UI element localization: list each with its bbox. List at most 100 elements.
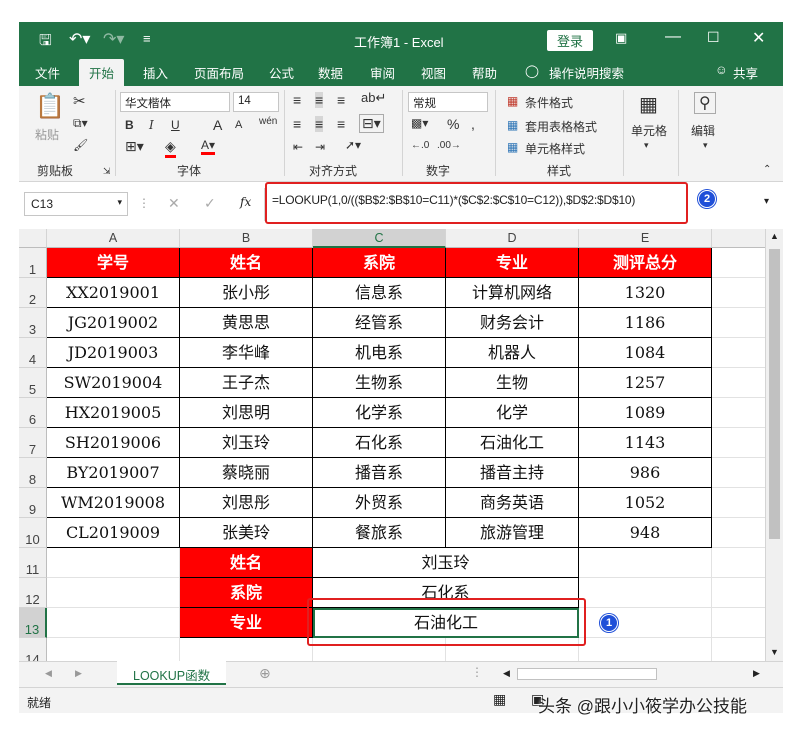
table-cell[interactable]: 信息系: [313, 278, 446, 308]
number-format-select[interactable]: 常规: [408, 92, 488, 112]
column-header-a[interactable]: A: [47, 229, 180, 248]
table-cell[interactable]: SH2019006: [47, 428, 180, 458]
editing-dropdown-icon[interactable]: ▾: [703, 140, 708, 151]
grid-cell[interactable]: [712, 398, 765, 428]
decrease-decimal-icon[interactable]: .00→: [437, 140, 461, 151]
table-header-cell[interactable]: 专业: [446, 248, 579, 278]
ribbon-display-icon[interactable]: ▣: [615, 30, 627, 46]
editing-button[interactable]: 编辑: [691, 122, 715, 139]
table-cell[interactable]: JG2019002: [47, 308, 180, 338]
cells-icon[interactable]: ▦: [639, 92, 658, 117]
customize-qat-icon[interactable]: ≡: [143, 31, 151, 46]
select-all-corner[interactable]: [19, 229, 47, 248]
shrink-font-button[interactable]: A: [235, 119, 242, 131]
table-cell[interactable]: 餐旅系: [313, 518, 446, 548]
paste-button[interactable]: 粘贴: [35, 126, 59, 143]
middle-align-icon[interactable]: ≡: [315, 92, 324, 108]
tab-page-layout[interactable]: 页面布局: [194, 63, 244, 82]
table-cell[interactable]: WM2019008: [47, 488, 180, 518]
align-left-icon[interactable]: ≡: [293, 116, 301, 132]
top-align-icon[interactable]: ≡: [293, 92, 301, 108]
table-cell[interactable]: 财务会计: [446, 308, 579, 338]
cell-styles-icon[interactable]: ▦: [507, 140, 518, 154]
grid-cell[interactable]: [579, 608, 712, 638]
grid-cell[interactable]: [579, 638, 712, 661]
sheet-tab-lookup[interactable]: LOOKUP函数: [117, 661, 227, 685]
tab-home[interactable]: 开始: [79, 59, 125, 86]
next-sheet-icon[interactable]: ▶: [75, 668, 82, 679]
grid-cell[interactable]: [712, 368, 765, 398]
table-cell[interactable]: 黄思思: [180, 308, 313, 338]
wrap-text-icon[interactable]: ab↵: [361, 90, 386, 106]
table-cell[interactable]: JD2019003: [47, 338, 180, 368]
copy-icon[interactable]: ⧉▾: [73, 116, 88, 131]
close-icon[interactable]: ✕: [752, 28, 765, 48]
table-cell[interactable]: 播音系: [313, 458, 446, 488]
grid-cell[interactable]: [47, 608, 180, 638]
login-button[interactable]: 登录: [547, 30, 594, 51]
name-box[interactable]: C13 ▾: [24, 192, 128, 216]
vertical-scrollbar[interactable]: ▲ ▼: [765, 229, 783, 661]
lookup-label-cell[interactable]: 专业: [180, 608, 313, 638]
table-cell[interactable]: 播音主持: [446, 458, 579, 488]
share-button[interactable]: 共享: [733, 63, 758, 82]
table-cell[interactable]: 刘玉玲: [180, 428, 313, 458]
grid-cell[interactable]: [712, 548, 765, 578]
underline-button[interactable]: U: [171, 118, 180, 132]
maximize-icon[interactable]: ☐: [707, 29, 720, 46]
row-header-12[interactable]: 12: [19, 578, 47, 608]
table-cell[interactable]: 1257: [579, 368, 712, 398]
grid-cell[interactable]: [712, 578, 765, 608]
row-header-4[interactable]: 4: [19, 338, 47, 368]
table-cell[interactable]: 化学系: [313, 398, 446, 428]
comma-style-icon[interactable]: ,: [471, 116, 475, 132]
grid-cell[interactable]: [180, 638, 313, 661]
lookup-label-cell[interactable]: 系院: [180, 578, 313, 608]
merge-center-icon[interactable]: ⊟▾: [359, 114, 384, 133]
table-cell[interactable]: HX2019005: [47, 398, 180, 428]
collapse-ribbon-icon[interactable]: ⌃: [763, 164, 771, 175]
cancel-entry-icon[interactable]: ✕: [168, 195, 180, 212]
table-cell[interactable]: 1089: [579, 398, 712, 428]
cells-dropdown-icon[interactable]: ▾: [644, 140, 649, 151]
minimize-icon[interactable]: —: [665, 28, 681, 46]
grid-cell[interactable]: [712, 428, 765, 458]
tab-insert[interactable]: 插入: [143, 63, 168, 82]
more-icon[interactable]: ⋮: [138, 196, 150, 210]
hscroll-right-icon[interactable]: ▶: [753, 668, 760, 679]
table-cell[interactable]: 外贸系: [313, 488, 446, 518]
confirm-entry-icon[interactable]: ✓: [204, 195, 216, 212]
insert-function-button[interactable]: fx: [240, 195, 251, 209]
sheet-options-icon[interactable]: ⋮: [471, 665, 483, 679]
save-icon[interactable]: 🖫: [39, 30, 52, 55]
font-size-select[interactable]: 14: [233, 92, 279, 112]
table-cell[interactable]: 张小彤: [180, 278, 313, 308]
add-sheet-icon[interactable]: ⊕: [259, 665, 271, 682]
grid-cell[interactable]: [579, 548, 712, 578]
column-header-e[interactable]: E: [579, 229, 712, 248]
conditional-format-icon[interactable]: ▦: [507, 94, 518, 108]
column-header-b[interactable]: B: [180, 229, 313, 248]
borders-icon[interactable]: ⊞▾: [125, 138, 144, 155]
font-color-icon[interactable]: A▾: [201, 138, 216, 155]
table-cell[interactable]: 王子杰: [180, 368, 313, 398]
grid-cell[interactable]: [712, 518, 765, 548]
tab-review[interactable]: 审阅: [370, 63, 395, 82]
row-header-13[interactable]: 13: [19, 608, 47, 638]
table-header-cell[interactable]: 系院: [313, 248, 446, 278]
tab-formulas[interactable]: 公式: [269, 63, 294, 82]
table-cell[interactable]: 986: [579, 458, 712, 488]
align-center-icon[interactable]: ≡: [315, 116, 324, 132]
row-header-3[interactable]: 3: [19, 308, 47, 338]
orientation-icon[interactable]: ➚▾: [345, 138, 361, 152]
grid-cell[interactable]: [579, 578, 712, 608]
table-cell[interactable]: BY2019007: [47, 458, 180, 488]
table-cell[interactable]: 1320: [579, 278, 712, 308]
table-cell[interactable]: 李华峰: [180, 338, 313, 368]
table-cell[interactable]: 机电系: [313, 338, 446, 368]
lookup-value-cell[interactable]: 刘玉玲: [313, 548, 579, 578]
row-header-5[interactable]: 5: [19, 368, 47, 398]
worksheet-grid[interactable]: A B C D E 1 2 3 4 5 6 7 8 9 10 11 12 13 14 学号 姓名 系院 专业 测评总…: [19, 229, 765, 661]
tab-file[interactable]: 文件: [35, 63, 60, 82]
table-cell[interactable]: 蔡晓丽: [180, 458, 313, 488]
